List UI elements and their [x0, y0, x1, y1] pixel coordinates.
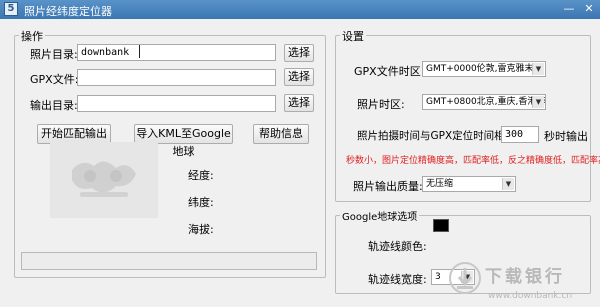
photo-dir-label: 照片目录:	[30, 48, 78, 61]
chevron-down-icon: ▼	[502, 178, 514, 190]
photo-timezone-value: GMT+0800北京,重庆,香港,乌	[426, 97, 546, 107]
gpx-timezone-select[interactable]: GMT+0000伦敦,雷克雅末 ▼	[422, 61, 546, 77]
settings-group-title: 设置	[340, 28, 366, 44]
help-button[interactable]: 帮助信息	[253, 124, 309, 144]
minimize-button[interactable]: —	[562, 3, 576, 15]
time-diff-label: 照片拍摄时间与GPX定位时间相差	[357, 130, 516, 142]
text-cursor-icon	[139, 45, 140, 58]
download-watermark-icon	[449, 262, 481, 294]
track-color-swatch[interactable]	[433, 219, 449, 232]
export-kml-button[interactable]: 导入KML至Google地球	[134, 124, 233, 158]
photo-timezone-label: 照片时区:	[357, 98, 405, 111]
watermark-brand: 下载银行	[485, 267, 565, 287]
gpx-file-input[interactable]	[77, 69, 276, 86]
longitude-label: 经度:	[188, 169, 214, 182]
gpx-timezone-value: GMT+0000伦敦,雷克雅末	[426, 64, 534, 74]
photo-dir-input[interactable]: downbank	[77, 44, 276, 61]
gpx-timezone-label: GPX文件时区:	[354, 65, 425, 78]
accuracy-warning: 秒数小，图片定位精确度高，匹配率低，反之精确度低，匹配率高	[346, 156, 600, 166]
time-diff-suffix: 秒时输出	[544, 130, 588, 143]
gpx-file-label: GPX文件:	[30, 73, 79, 86]
title-bar: 5 照片经纬度定位器 — ✕	[0, 0, 600, 19]
operate-group-title: 操作	[19, 28, 45, 44]
gpx-file-browse-button[interactable]: 选择	[284, 68, 314, 86]
logo-image	[50, 142, 158, 218]
output-dir-input[interactable]	[77, 95, 276, 112]
logo-graphic	[72, 161, 136, 197]
photo-dir-browse-button[interactable]: 选择	[284, 44, 314, 62]
start-match-button[interactable]: 开始匹配输出	[37, 124, 111, 144]
quality-label: 照片输出质量:	[353, 180, 423, 193]
app-icon: 5	[4, 2, 18, 16]
latitude-label: 纬度:	[188, 196, 214, 209]
quality-value: 无压缩	[426, 179, 454, 189]
altitude-label: 海拔:	[188, 223, 214, 236]
watermark-url: www.downbank.cn	[488, 291, 573, 301]
time-diff-input[interactable]: 300	[501, 126, 539, 143]
output-dir-label: 输出目录:	[30, 99, 78, 112]
google-earth-group-title: Google地球选项	[340, 208, 420, 223]
chevron-down-icon: ▼	[532, 96, 544, 108]
track-width-value: 3	[435, 272, 441, 282]
progress-bar	[21, 252, 317, 270]
track-color-label: 轨迹线颜色:	[368, 240, 427, 253]
chevron-down-icon: ▼	[532, 63, 544, 75]
close-button[interactable]: ✕	[582, 3, 596, 15]
track-width-label: 轨迹线宽度:	[368, 273, 427, 286]
output-dir-browse-button[interactable]: 选择	[284, 94, 314, 112]
photo-timezone-select[interactable]: GMT+0800北京,重庆,香港,乌 ▼	[422, 94, 546, 110]
quality-select[interactable]: 无压缩 ▼	[422, 176, 516, 192]
window-title: 照片经纬度定位器	[24, 5, 112, 18]
